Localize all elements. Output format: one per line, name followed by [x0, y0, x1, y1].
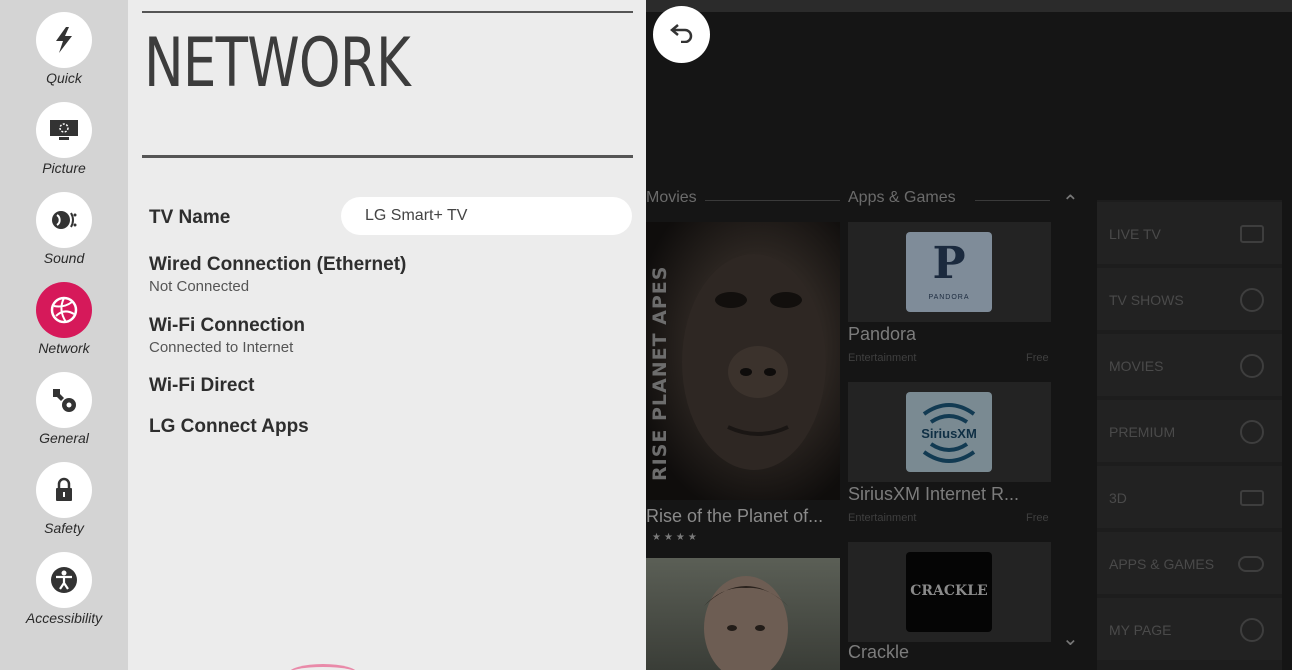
setting-label: Wired Connection (Ethernet) — [149, 254, 407, 275]
app-tile-crackle[interactable]: CRACKLE — [848, 542, 1051, 642]
ape-face-image — [682, 254, 826, 470]
nav-item-apps-games[interactable]: APPS & GAMES — [1097, 532, 1282, 594]
app-tile-siriusxm[interactable]: SiriusXM — [848, 382, 1051, 482]
nav-item-tv-shows[interactable]: TV SHOWS — [1097, 268, 1282, 330]
scroll-indicator — [288, 664, 358, 670]
rail-item-safety[interactable]: Safety — [0, 450, 128, 540]
rail-label: Sound — [43, 250, 85, 266]
nav-item-my-page[interactable]: MY PAGE — [1097, 598, 1282, 660]
nav-label: LIVE TV — [1109, 226, 1161, 242]
setting-wifi-connection[interactable]: Wi-Fi Connection Connected to Internet — [149, 315, 305, 356]
rail-item-network[interactable]: Network — [0, 270, 128, 360]
accessibility-icon — [36, 552, 92, 608]
logo-text: SiriusXM — [921, 426, 977, 441]
rating-stars: ★★★★ — [652, 532, 700, 543]
divider — [142, 11, 633, 13]
app-name: SiriusXM Internet R... — [848, 484, 1020, 504]
nav-label: PREMIUM — [1109, 424, 1176, 440]
rail-item-quick[interactable]: Quick — [0, 0, 128, 90]
setting-label: Wi-Fi Connection — [149, 315, 306, 336]
app-name: Crackle — [848, 642, 910, 662]
app-category: Entertainment — [848, 352, 917, 364]
boy-face-image — [704, 576, 788, 670]
setting-status: Connected to Internet — [149, 339, 294, 356]
film-reel-icon — [1240, 354, 1264, 378]
back-button[interactable] — [653, 6, 710, 63]
poster-title-text: RISE PLANET APES — [649, 265, 671, 481]
rail-label: Accessibility — [25, 610, 103, 626]
picture-icon — [36, 102, 92, 158]
crackle-logo: CRACKLE — [906, 552, 992, 632]
divider — [142, 155, 633, 158]
tv-name-field[interactable]: LG Smart+ TV — [341, 197, 632, 235]
scroll-down-icon[interactable]: ⌄ — [1062, 626, 1079, 651]
gamepad-icon — [1238, 556, 1264, 572]
setting-status: Not Connected — [149, 278, 250, 295]
pandora-logo: P PANDORA — [906, 232, 992, 312]
setting-label: LG Connect Apps — [149, 416, 309, 437]
wrench-gear-icon — [36, 372, 92, 428]
setting-label: Wi-Fi Direct — [149, 375, 255, 396]
section-divider — [975, 200, 1050, 201]
setting-label: TV Name — [149, 207, 231, 228]
logo-text: CRACKLE — [910, 583, 988, 599]
section-title-apps: Apps & Games — [848, 189, 956, 206]
app-tile-pandora[interactable]: P PANDORA — [848, 222, 1051, 322]
setting-lg-connect-apps[interactable]: LG Connect Apps — [149, 416, 309, 438]
rail-item-picture[interactable]: Picture — [0, 90, 128, 180]
lock-icon — [36, 462, 92, 518]
logo-text: P — [932, 238, 966, 289]
rail-label: Network — [38, 340, 90, 356]
setting-wired-connection[interactable]: Wired Connection (Ethernet) Not Connecte… — [149, 254, 406, 295]
nav-label: MOVIES — [1109, 358, 1164, 374]
scroll-up-icon[interactable]: ⌃ — [1062, 190, 1079, 215]
sound-icon — [36, 192, 92, 248]
back-arrow-icon — [669, 21, 695, 48]
rail-item-sound[interactable]: Sound — [0, 180, 128, 270]
setting-wifi-direct[interactable]: Wi-Fi Direct — [149, 375, 254, 397]
movie-poster[interactable]: RISE PLANET APES — [646, 222, 840, 500]
rail-label: Safety — [44, 520, 84, 536]
top-bar — [646, 0, 1292, 12]
settings-category-rail: Quick Picture Sound Network General Safe… — [0, 0, 128, 670]
play-circle-icon — [1240, 288, 1264, 312]
app-category: Entertainment — [848, 512, 917, 524]
setting-tv-name[interactable]: TV Name — [149, 207, 230, 229]
rail-item-general[interactable]: General — [0, 360, 128, 450]
nav-label: MY PAGE — [1109, 622, 1172, 638]
premium-icon — [1240, 420, 1264, 444]
nav-label: TV SHOWS — [1109, 292, 1184, 308]
network-settings-panel: NETWORK TV Name LG Smart+ TV Wired Conne… — [128, 0, 646, 670]
movie-poster[interactable] — [646, 558, 840, 670]
app-price: Free — [1026, 512, 1049, 524]
info-icon — [1240, 618, 1264, 642]
page-title: NETWORK — [144, 24, 411, 103]
rail-label: Quick — [46, 70, 82, 86]
nav-item-premium[interactable]: PREMIUM — [1097, 400, 1282, 462]
movie-title: Rise of the Planet of... — [646, 506, 824, 526]
siriusxm-logo: SiriusXM — [906, 392, 992, 472]
nav-item-live-tv[interactable]: LIVE TV — [1097, 202, 1282, 264]
app-price: Free — [1026, 352, 1049, 364]
lightning-icon — [36, 12, 92, 68]
rail-label: Picture — [42, 160, 86, 176]
logo-subtext: PANDORA — [928, 294, 970, 301]
nav-item-3d[interactable]: 3D — [1097, 466, 1282, 528]
rail-label: General — [39, 430, 89, 446]
tv-icon — [1240, 225, 1264, 243]
section-divider — [705, 200, 840, 201]
globe-icon — [36, 282, 92, 338]
nav-label: 3D — [1109, 490, 1127, 506]
section-title-movies: Movies — [646, 189, 697, 206]
app-name: Pandora — [848, 324, 917, 344]
nav-label: APPS & GAMES — [1109, 556, 1215, 572]
rail-item-accessibility[interactable]: Accessibility — [0, 540, 128, 630]
nav-item-movies[interactable]: MOVIES — [1097, 334, 1282, 396]
3d-glasses-icon — [1240, 490, 1264, 506]
